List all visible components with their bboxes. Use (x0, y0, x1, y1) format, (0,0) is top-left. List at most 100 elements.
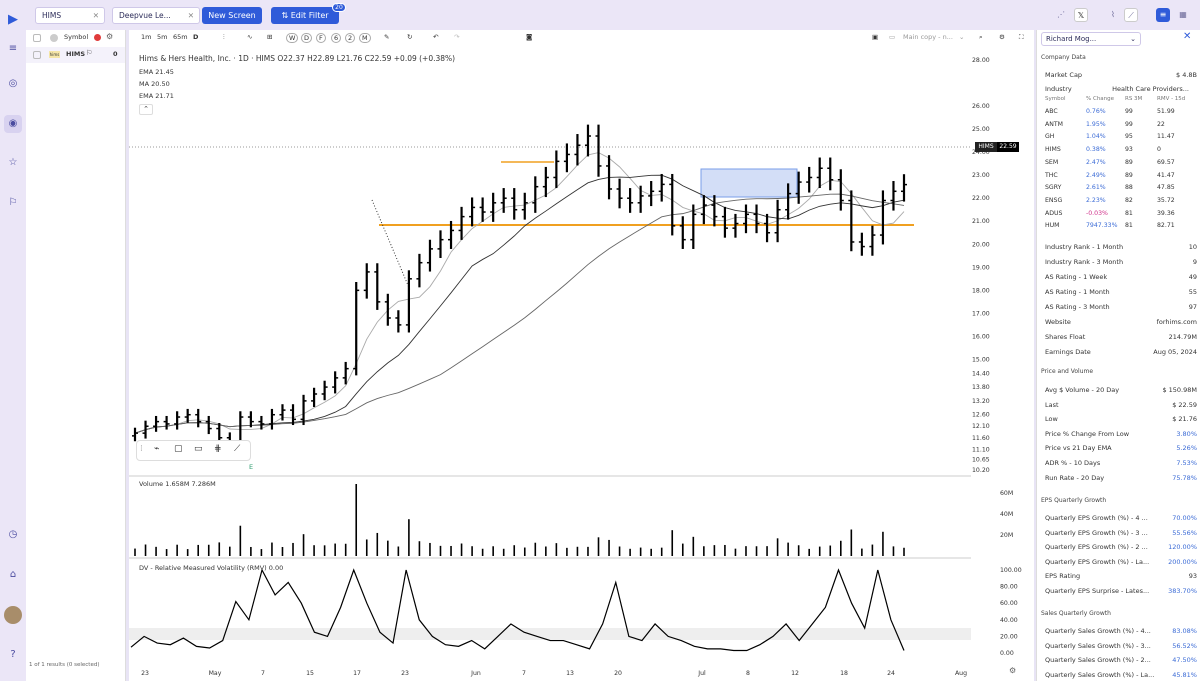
rectangle-icon[interactable]: ▢ (174, 444, 183, 454)
screen-tab[interactable]: Deepvue Le... ✕ (112, 7, 200, 24)
price-axis-label: 13.20 (972, 398, 990, 405)
globe-icon[interactable]: ◎ (4, 75, 22, 93)
stat-value: 45.81% (1172, 670, 1197, 679)
market-cap-label: Market Cap (1045, 71, 1083, 79)
peer-header[interactable]: % Change (1086, 96, 1114, 102)
sales-header: Sales Quarterly Growth (1041, 610, 1111, 617)
chart-icon[interactable]: ⌇ (1106, 8, 1120, 22)
date-axis-label: 13 (566, 670, 574, 677)
grid-icon[interactable]: ▦ (1176, 8, 1190, 22)
stat-label: Quarterly EPS Growth (%) - La... (1045, 557, 1150, 566)
gear-icon[interactable]: ⚙ (106, 32, 113, 41)
peer-cell: -0.03% (1086, 209, 1108, 217)
help-icon[interactable]: ? (4, 646, 22, 664)
clock-icon[interactable]: ◷ (4, 526, 22, 544)
stat-value: 97 (1188, 303, 1197, 311)
comment-icon[interactable]: ▭ (194, 444, 203, 454)
logo-icon[interactable]: ▶ (4, 11, 22, 29)
x-icon[interactable]: 𝕏 (1074, 8, 1088, 22)
stat-label: Price vs 21 Day EMA (1045, 444, 1112, 453)
volume-label: Volume 1.658M 7.286M (139, 480, 216, 488)
screen-tab-label: Deepvue Le... (119, 11, 171, 20)
close-icon[interactable]: ✕ (1183, 31, 1191, 42)
peer-cell: 35.72 (1157, 196, 1175, 204)
volume-axis-label: 60M (1000, 490, 1013, 497)
education-icon[interactable]: ⌂ (4, 566, 22, 584)
menu-icon[interactable]: ≡ (4, 40, 22, 58)
star-icon[interactable]: ☆ (4, 154, 22, 172)
peer-cell[interactable]: HIMS (1045, 146, 1061, 153)
peer-header[interactable]: Symbol (1045, 96, 1066, 102)
peer-cell[interactable]: ADUS (1045, 210, 1062, 217)
list-icon[interactable]: ≡ (1156, 8, 1170, 22)
stat-row: Earnings Date Aug 05, 2024 (1045, 345, 1197, 359)
stat-row: Quarterly EPS Surprise - Lates... 383.70% (1045, 584, 1197, 598)
peer-cell[interactable]: THC (1045, 172, 1058, 179)
peer-cell[interactable]: ANTM (1045, 121, 1063, 128)
price-axis-label: 21.00 (972, 218, 990, 225)
consolidation-box (700, 168, 798, 198)
industry-label: Industry (1045, 85, 1072, 93)
line-tool-icon[interactable]: ⟋ (234, 444, 240, 454)
peer-cell: 81 (1125, 222, 1133, 230)
settings-icon[interactable] (50, 34, 58, 42)
stat-value: 56.52% (1172, 641, 1197, 650)
symbol-tab[interactable]: HIMS ✕ (35, 7, 105, 24)
stat-label: AS Rating - 1 Month (1045, 288, 1110, 296)
volume-axis-label: 40M (1000, 511, 1013, 518)
stat-row: Quarterly Sales Growth (%) - 4... 83.08% (1045, 624, 1197, 638)
flag-icon[interactable]: ⚐ (86, 49, 92, 57)
peer-header[interactable]: RMV - 15d (1157, 96, 1185, 102)
peer-cell[interactable]: ENSG (1045, 197, 1062, 204)
symbol-header[interactable]: Symbol (64, 33, 88, 41)
stat-row: AS Rating - 3 Month 97 (1045, 300, 1197, 314)
draw-icon[interactable]: ⟋ (1124, 8, 1138, 22)
new-screen-button[interactable]: New Screen (202, 7, 262, 24)
stat-label: Quarterly Sales Growth (%) - 4... (1045, 627, 1151, 635)
stat-label: Industry Rank - 3 Month (1045, 258, 1124, 266)
date-axis-label: 12 (791, 670, 799, 677)
stat-value: forhims.com (1156, 318, 1197, 326)
stat-row: Quarterly Sales Growth (%) - 2... 47.50% (1045, 653, 1197, 667)
brush-icon[interactable]: ⌁ (154, 444, 159, 454)
select-all-checkbox[interactable] (33, 34, 41, 42)
peer-cell[interactable]: SEM (1045, 159, 1058, 166)
close-icon[interactable]: ✕ (93, 8, 99, 23)
stat-label: Industry Rank - 1 Month (1045, 243, 1124, 251)
target-icon[interactable]: ◉ (4, 115, 22, 133)
peer-cell[interactable]: ABC (1045, 108, 1058, 115)
stat-row: Quarterly Sales Growth (%) - 3... 56.52% (1045, 639, 1197, 653)
peer-cell[interactable]: HUM (1045, 222, 1060, 229)
symbol-tab-label: HIMS (42, 11, 62, 20)
peer-cell[interactable]: GH (1045, 133, 1054, 140)
industry-value[interactable]: Health Care Providers... (1112, 82, 1189, 96)
date-axis-label: 18 (840, 670, 848, 677)
industry-row: Industry Health Care Providers... (1045, 82, 1197, 96)
edit-filter-button[interactable]: ⇅ Edit Filter (271, 7, 339, 24)
peer-cell[interactable]: SGRY (1045, 184, 1061, 191)
drag-handle-icon[interactable]: ⁞ (140, 444, 143, 454)
stat-row: Quarterly Sales Growth (%) - La... 45.81% (1045, 668, 1197, 681)
gear-icon[interactable]: ⚙ (1009, 666, 1016, 675)
avatar[interactable] (4, 606, 22, 624)
user-select[interactable]: Richard Mog... ⌄ (1041, 32, 1141, 46)
rmv-axis-label: 60.00 (1000, 600, 1018, 607)
date-axis-label: 7 (522, 670, 526, 677)
peer-header[interactable]: RS 3M (1125, 96, 1142, 102)
peer-cell: 99 (1125, 120, 1133, 128)
flag-icon[interactable]: ⚐ (4, 194, 22, 212)
price-chart[interactable]: 28.0026.0025.0024.0023.0022.0021.0020.00… (129, 30, 1034, 681)
watchlist-row[interactable]: hims HIMS ⚐ 0 (26, 47, 125, 63)
stat-row: Quarterly EPS Growth (%) - 2 ... 120.00% (1045, 540, 1197, 554)
price-axis-label: 17.00 (972, 310, 990, 317)
close-icon[interactable]: ✕ (188, 8, 194, 23)
share-icon[interactable]: ⋰ (1054, 8, 1068, 22)
left-nav: ▶ ≡ ◎ ◉ ☆ ⚐ ◷ ⌂ ? (0, 12, 26, 681)
stat-row: Price % Change From Low 3.80% (1045, 427, 1197, 441)
stat-label: Website (1045, 318, 1071, 326)
price-axis-label: 10.20 (972, 467, 990, 474)
row-checkbox[interactable] (33, 51, 41, 59)
earnings-marker[interactable]: E (249, 463, 253, 471)
fib-icon[interactable]: ⋕ (214, 444, 222, 454)
stat-value: 10 (1188, 243, 1197, 251)
